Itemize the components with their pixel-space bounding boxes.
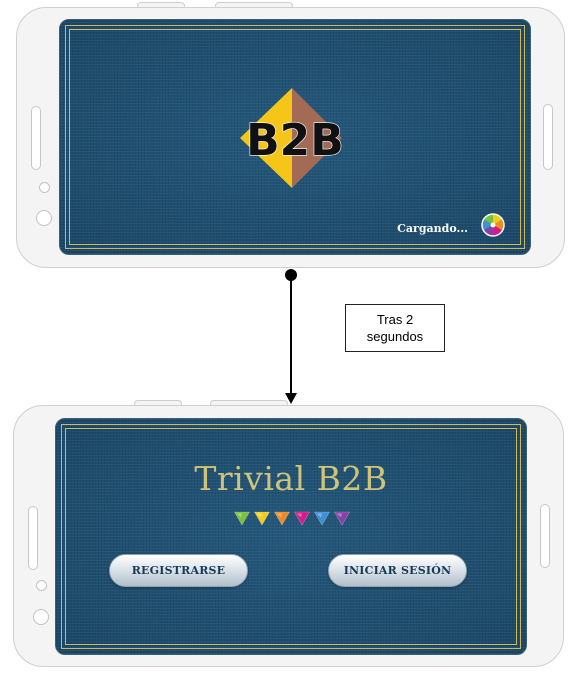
phone-sensor-icon	[36, 580, 47, 591]
category-gems	[233, 511, 351, 526]
category-gem-icon	[333, 511, 351, 526]
category-gem-icon	[253, 511, 271, 526]
login-button[interactable]: INICIAR SESIÓN	[328, 554, 467, 587]
app-title: Trivial B2B	[194, 459, 388, 498]
category-gem-icon	[233, 511, 251, 526]
phone-camera-icon	[33, 609, 49, 625]
register-button[interactable]: REGISTRARSE	[109, 554, 248, 587]
home-screen: Trivial B2B REGISTRARSE INICIAR SESIÓN	[55, 418, 527, 655]
category-gem-icon	[293, 511, 311, 526]
phone-top-button	[210, 400, 288, 405]
category-gem-icon	[273, 511, 291, 526]
screen-border-outer	[61, 424, 521, 649]
transition-note: Tras 2 segundos	[345, 304, 445, 352]
phone-top-button	[134, 400, 182, 405]
phone-speaker-right	[540, 504, 550, 568]
phone-speaker-left	[28, 506, 38, 570]
category-gem-icon	[313, 511, 331, 526]
